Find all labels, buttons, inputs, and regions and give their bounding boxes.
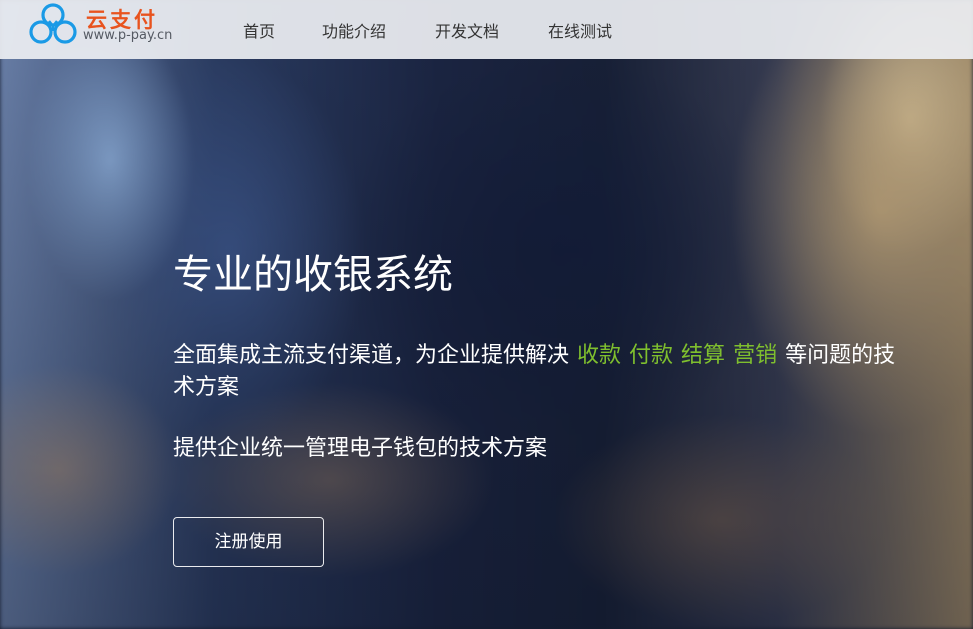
hero-overlay xyxy=(0,0,973,629)
highlight-pay: 付款 xyxy=(629,343,674,368)
highlight-collect: 收款 xyxy=(577,343,622,368)
hero-description-lead: 全面集成主流支付渠道，为企业提供解决 xyxy=(173,343,570,368)
highlight-settle: 结算 xyxy=(681,343,726,368)
page: 云支付 www.p-pay.cn 首页 功能介绍 开发文档 在线测试 专业的收银… xyxy=(0,0,973,629)
register-button[interactable]: 注册使用 xyxy=(173,517,324,567)
main-nav: 首页 功能介绍 开发文档 在线测试 xyxy=(0,0,973,59)
nav-item-features[interactable]: 功能介绍 xyxy=(322,18,386,42)
hero-title: 专业的收银系统 xyxy=(173,252,453,298)
nav-item-home[interactable]: 首页 xyxy=(243,18,275,42)
nav-item-online-test[interactable]: 在线测试 xyxy=(548,18,612,42)
hero-subtitle: 提供企业统一管理电子钱包的技术方案 xyxy=(173,436,548,461)
top-header: 云支付 www.p-pay.cn 首页 功能介绍 开发文档 在线测试 xyxy=(0,0,973,59)
highlight-marketing: 营销 xyxy=(733,343,778,368)
nav-item-docs[interactable]: 开发文档 xyxy=(435,18,499,42)
hero-description: 全面集成主流支付渠道，为企业提供解决 收款 付款 结算 营销 等问题的技术方案 xyxy=(173,340,913,404)
